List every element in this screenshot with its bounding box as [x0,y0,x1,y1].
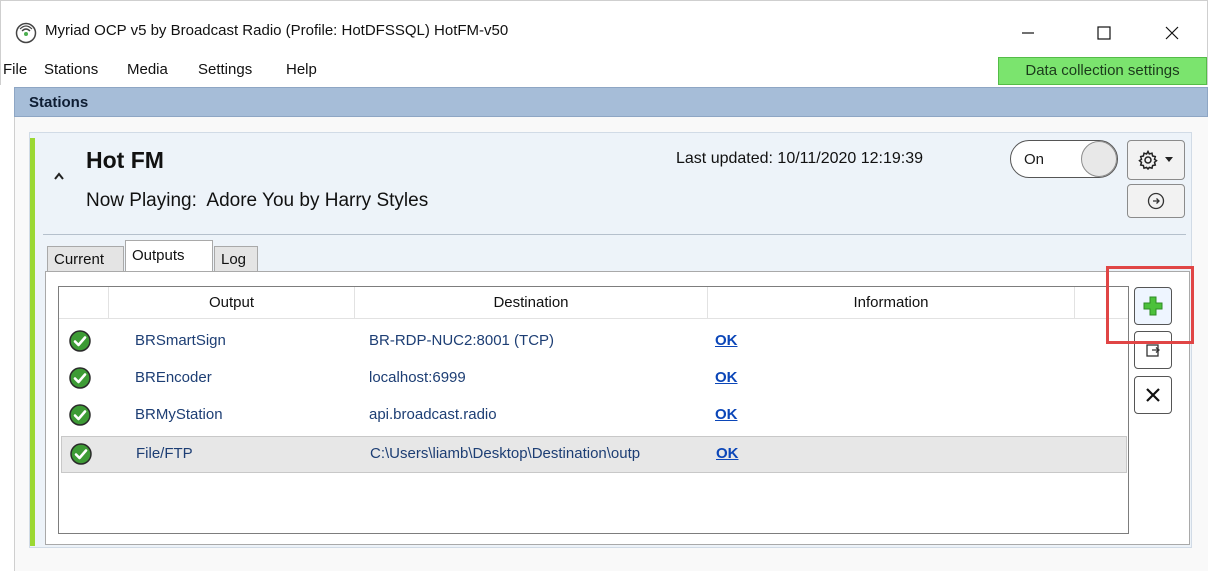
title-bar: Myriad OCP v5 by Broadcast Radio (Profil… [0,0,1208,57]
output-information-link[interactable]: OK [715,332,738,349]
window-title: Myriad OCP v5 by Broadcast Radio (Profil… [45,22,509,39]
station-name: Hot FM [86,147,164,173]
minimize-icon [1022,32,1034,34]
output-destination: api.broadcast.radio [369,406,497,423]
column-header-destination[interactable]: Destination [355,287,708,319]
menu-bar: File Stations Media Settings Help Data c… [0,57,1208,85]
last-updated: Last updated: 10/11/2020 12:19:39 [676,150,923,168]
maximize-button[interactable] [1081,13,1127,53]
last-updated-label: Last updated: [676,150,773,167]
table-row[interactable]: BRSmartSign BR-RDP-NUC2:8001 (TCP) OK [59,323,1128,360]
remove-output-button[interactable] [1134,376,1172,414]
toggle-label: On [1024,151,1045,168]
output-destination: BR-RDP-NUC2:8001 (TCP) [369,332,555,349]
station-settings-dropdown[interactable] [1127,140,1185,180]
last-updated-value: 10/11/2020 12:19:39 [777,150,924,167]
now-playing: Now Playing: Adore You by Harry Styles [86,190,428,212]
data-collection-settings-button[interactable]: Data collection settings [998,57,1207,85]
table-row-selected[interactable]: File/FTP C:\Users\liamb\Desktop\Destinat… [61,436,1127,473]
check-circle-icon [69,404,91,426]
station-on-toggle[interactable]: On [1010,140,1118,178]
output-information-link[interactable]: OK [716,445,739,462]
close-icon [1165,26,1179,40]
menu-stations[interactable]: Stations [44,61,98,78]
menu-file[interactable]: File [3,61,27,78]
table-row[interactable]: BRMyStation api.broadcast.radio OK [59,397,1128,434]
output-name: File/FTP [136,445,193,462]
radio-signal-icon [15,22,37,44]
column-header-status [59,287,109,319]
station-status-accent [30,138,35,546]
tab-log[interactable]: Log [214,246,258,272]
now-playing-label: Now Playing: [86,190,197,211]
tab-current[interactable]: Current [47,246,124,272]
check-circle-icon [70,443,92,465]
check-circle-icon [69,330,91,352]
collapse-chevron-icon[interactable] [53,168,65,184]
toggle-knob [1081,141,1117,177]
maximize-icon [1097,26,1111,40]
menu-media[interactable]: Media [127,61,168,78]
output-destination: localhost:6999 [369,369,466,386]
table-header: Output Destination Information [59,287,1128,319]
close-icon [1146,388,1160,402]
gear-icon [1138,150,1158,170]
menu-settings[interactable]: Settings [198,61,252,78]
table-row[interactable]: BREncoder localhost:6999 OK [59,360,1128,397]
column-header-output[interactable]: Output [109,287,355,319]
output-destination: C:\Users\liamb\Desktop\Destination\outp [370,445,641,462]
output-name: BRSmartSign [135,332,226,349]
check-circle-icon [69,367,91,389]
now-playing-value: Adore You by Harry Styles [206,190,429,211]
tab-outputs[interactable]: Outputs [125,240,213,272]
outputs-table: Output Destination Information BRSmartSi… [58,286,1129,534]
chevron-down-icon [1165,157,1173,162]
station-divider [43,234,1186,235]
output-information-link[interactable]: OK [715,369,738,386]
output-name: BRMyStation [135,406,223,423]
output-information-link[interactable]: OK [715,406,738,423]
go-to-station-button[interactable] [1127,184,1185,218]
minimize-button[interactable] [1005,13,1051,53]
stations-header: Stations [14,87,1208,117]
output-name: BREncoder [135,369,212,386]
column-header-information[interactable]: Information [708,287,1075,319]
arrow-circle-right-icon [1147,192,1165,210]
menu-help[interactable]: Help [286,61,317,78]
highlight-annotation-box [1106,266,1194,344]
close-window-button[interactable] [1149,13,1195,53]
